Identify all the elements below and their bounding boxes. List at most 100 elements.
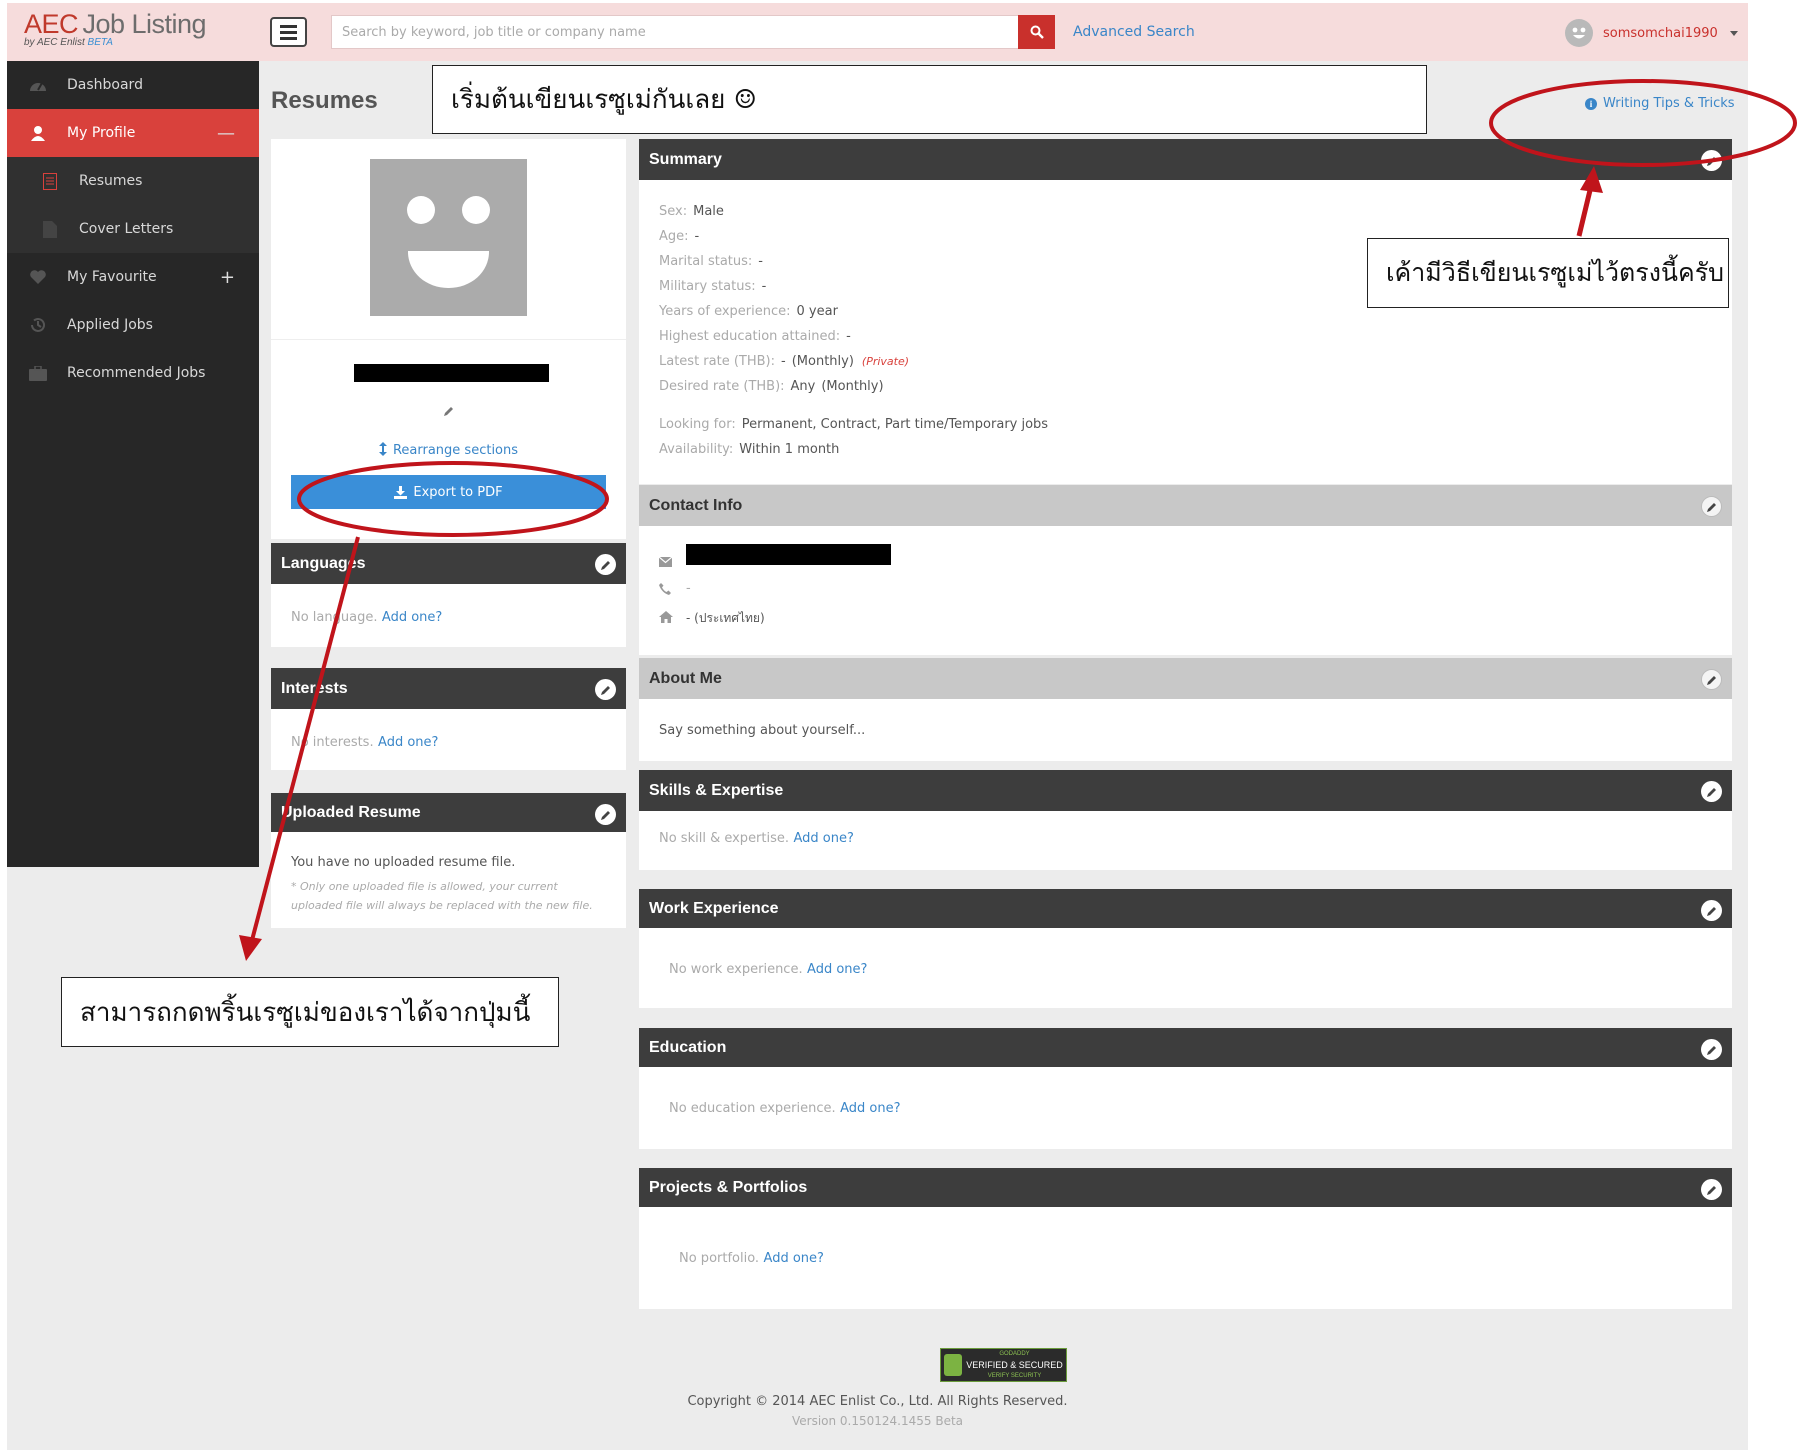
edit-pencil-icon[interactable]: [595, 554, 616, 575]
profile-card: Rearrange sections Export to PDF: [271, 139, 626, 539]
languages-header: Languages: [271, 543, 626, 584]
edit-pencil-icon[interactable]: [595, 804, 616, 825]
education-empty-text: No education experience.: [669, 1101, 836, 1116]
edit-pencil-icon[interactable]: [1701, 150, 1722, 171]
sidebar-item-label: Applied Jobs: [67, 317, 153, 333]
screenshot-area: AEC Job Listing by AEC Enlist BETA Advan…: [7, 3, 1748, 1450]
sidebar: Dashboard My Profile — Resumes Cover Let…: [7, 61, 259, 867]
edit-pencil-icon[interactable]: [1701, 781, 1722, 802]
sidebar-item-recommended-jobs[interactable]: Recommended Jobs: [7, 349, 259, 397]
military-value: -: [761, 279, 767, 294]
availability-label: Availability:: [659, 442, 734, 457]
add-portfolio-link[interactable]: Add one?: [764, 1251, 824, 1266]
edit-pencil-icon[interactable]: [1701, 900, 1722, 921]
interests-header: Interests: [271, 668, 626, 709]
shield-icon: [944, 1354, 963, 1376]
sidebar-item-label: My Favourite: [67, 269, 157, 285]
sex-label: Sex:: [659, 204, 688, 219]
search-button[interactable]: [1018, 15, 1055, 49]
briefcase-icon: [27, 364, 49, 382]
work-experience-card: Work Experience No work experience. Add …: [639, 889, 1732, 1008]
avatar-eye: [462, 196, 490, 224]
add-education-link[interactable]: Add one?: [840, 1101, 900, 1116]
interests-empty-text: No interests.: [291, 735, 374, 750]
collapse-icon[interactable]: —: [217, 123, 235, 144]
summary-card: Summary Sex: Male Age: - Marital status: - …: [639, 139, 1732, 484]
avatar[interactable]: [370, 159, 527, 316]
writing-tips-link[interactable]: i Writing Tips & Tricks: [1585, 96, 1735, 111]
uploaded-resume-card: Uploaded Resume You have no uploaded res…: [271, 793, 626, 928]
sidebar-item-dashboard[interactable]: Dashboard: [7, 61, 259, 109]
beta-tag: BETA: [87, 37, 113, 48]
edit-pencil-icon[interactable]: [595, 679, 616, 700]
projects-header: Projects & Portfolios: [639, 1168, 1732, 1207]
page-title: Resumes: [271, 87, 378, 114]
experience-value: 0 year: [796, 304, 838, 319]
user-icon: [27, 124, 49, 142]
edit-pencil-icon[interactable]: [1701, 1039, 1722, 1060]
edit-pencil-icon[interactable]: [1701, 1179, 1722, 1200]
brand-logo[interactable]: AEC Job Listing by AEC Enlist BETA: [24, 9, 207, 48]
sex-value: Male: [693, 204, 724, 219]
add-work-link[interactable]: Add one?: [807, 962, 867, 977]
sort-icon: [378, 442, 387, 456]
info-icon: i: [1585, 97, 1597, 110]
uploaded-resume-text: You have no uploaded resume file.: [291, 855, 516, 870]
languages-title: Languages: [281, 554, 366, 572]
edit-pencil-icon[interactable]: [1701, 496, 1722, 517]
menu-icon[interactable]: [270, 17, 307, 47]
copyright-text: Copyright © 2014 AEC Enlist Co., Ltd. Al…: [687, 1394, 1068, 1409]
about-me-header: About Me: [639, 658, 1732, 699]
document-icon: [39, 172, 61, 190]
avatar-eye: [407, 196, 435, 224]
rearrange-label: Rearrange sections: [392, 443, 519, 458]
about-me-title: About Me: [649, 669, 722, 687]
sidebar-item-my-profile[interactable]: My Profile —: [7, 109, 259, 157]
sidebar-item-resumes[interactable]: Resumes: [7, 157, 259, 205]
history-icon: [27, 316, 49, 334]
education-title: Education: [649, 1038, 727, 1056]
projects-empty-text: No portfolio.: [679, 1251, 760, 1266]
caret-down-icon: [1729, 30, 1738, 36]
edit-name-pencil-icon[interactable]: [443, 405, 455, 421]
education-value: -: [846, 329, 851, 344]
phone-value: -: [686, 581, 691, 596]
add-skill-link[interactable]: Add one?: [793, 831, 853, 846]
annotation-top: เริ่มต้นเขียนเรซูเม่กันเลย ☺: [432, 65, 1427, 134]
sidebar-item-cover-letters[interactable]: Cover Letters: [7, 205, 259, 253]
summary-header: Summary: [639, 139, 1732, 180]
age-label: Age:: [659, 229, 689, 244]
sidebar-item-my-favourite[interactable]: My Favourite +: [7, 253, 259, 301]
sidebar-item-label: Dashboard: [67, 77, 143, 93]
projects-title: Projects & Portfolios: [649, 1178, 808, 1196]
work-experience-header: Work Experience: [639, 889, 1732, 928]
search-input[interactable]: [331, 15, 1023, 49]
edit-pencil-icon[interactable]: [1701, 669, 1722, 690]
latest-rate-unit: (Monthly): [791, 354, 854, 369]
byline-text: by AEC Enlist: [24, 37, 85, 48]
skills-title: Skills & Expertise: [649, 781, 784, 799]
avatar-mouth: [408, 251, 489, 288]
education-label: Highest education attained:: [659, 329, 841, 344]
summary-details: Sex: Male Age: - Marital status: - Military…: [659, 199, 1048, 462]
latest-rate-private: (Private): [861, 355, 910, 368]
military-label: Military status:: [659, 279, 756, 294]
advanced-search-link[interactable]: Advanced Search: [1073, 24, 1195, 40]
add-language-link[interactable]: Add one?: [382, 610, 442, 625]
sidebar-item-applied-jobs[interactable]: Applied Jobs: [7, 301, 259, 349]
sidebar-item-label: Resumes: [79, 173, 143, 189]
file-icon: [39, 220, 61, 238]
sidebar-item-label: Cover Letters: [79, 221, 174, 237]
contact-info-header: Contact Info: [639, 485, 1732, 526]
security-badge[interactable]: GODADDY VERIFIED & SECURED VERIFY SECURI…: [940, 1348, 1067, 1382]
summary-title: Summary: [649, 150, 722, 168]
expand-icon[interactable]: +: [220, 267, 235, 288]
latest-rate-label: Latest rate (THB):: [659, 354, 776, 369]
add-interest-link[interactable]: Add one?: [378, 735, 438, 750]
user-menu[interactable]: somsomchai1990: [1565, 19, 1738, 47]
contact-info-title: Contact Info: [649, 496, 743, 514]
envelope-icon: [658, 555, 673, 571]
work-experience-title: Work Experience: [649, 899, 779, 917]
export-pdf-button[interactable]: Export to PDF: [291, 475, 606, 509]
rearrange-sections-link[interactable]: Rearrange sections: [271, 442, 626, 458]
